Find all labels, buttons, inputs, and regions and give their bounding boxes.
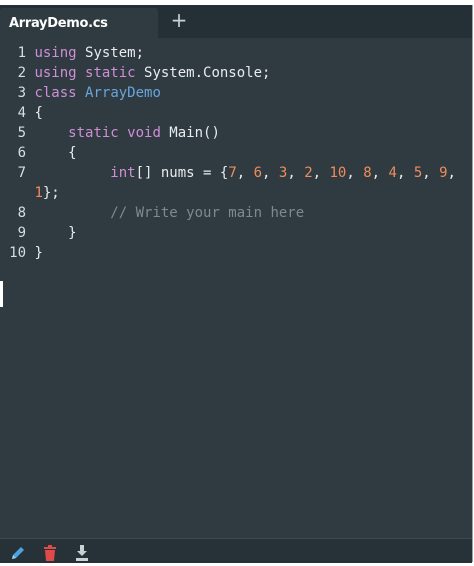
code-token: using — [34, 45, 77, 61]
code-line[interactable]: 8 // Write your main here — [0, 203, 472, 223]
trash-icon[interactable] — [41, 542, 59, 562]
line-number: 10 — [9, 245, 26, 261]
code-token: 2 — [304, 165, 313, 181]
line-number: 9 — [17, 225, 26, 241]
pencil-icon[interactable] — [9, 542, 27, 562]
code-token: 1 — [34, 185, 43, 201]
code-token: 9 — [439, 165, 448, 181]
code-token: , — [371, 165, 389, 181]
editor-window: ArrayDemo.cs + 1 using System; 2 using st… — [0, 5, 473, 563]
code-token: , — [447, 165, 456, 181]
tab-arraydemo[interactable]: ArrayDemo.cs — [0, 8, 158, 38]
code-token: } — [34, 225, 77, 241]
code-token: 10 — [329, 165, 347, 181]
code-token: , — [422, 165, 440, 181]
code-line[interactable]: 3 class ArrayDemo — [0, 83, 472, 103]
code-token: , — [262, 165, 279, 181]
code-token: ArrayDemo — [85, 85, 161, 101]
text-cursor — [0, 281, 3, 307]
code-token: System; — [76, 45, 145, 61]
download-icon[interactable] — [73, 542, 91, 562]
code-line[interactable]: 4 { — [0, 103, 472, 123]
line-number: 5 — [17, 125, 26, 141]
code-token: , — [236, 165, 254, 181]
code-token: { — [34, 105, 43, 121]
code-line[interactable]: 1 using System; — [0, 43, 472, 63]
code-token: , — [287, 165, 305, 181]
code-token: 8 — [363, 165, 372, 181]
code-token: using static — [34, 65, 136, 81]
code-token: 4 — [388, 165, 397, 181]
code-token: [] nums = { — [135, 165, 229, 181]
tab-bar: ArrayDemo.cs + — [0, 5, 472, 38]
code-token: } — [34, 245, 43, 261]
code-token: , — [346, 165, 364, 181]
code-line[interactable]: 2 using static System.Console; — [0, 63, 472, 83]
code-token: int — [110, 165, 136, 181]
line-number: 1 — [17, 45, 26, 61]
add-tab-button[interactable]: + — [168, 7, 190, 33]
line-number: 6 — [17, 145, 26, 161]
code-token: System.Console; — [135, 65, 271, 81]
code-token: static void — [68, 125, 161, 141]
code-token: 6 — [253, 165, 263, 181]
code-token: 7 — [228, 165, 237, 181]
bottom-toolbar — [0, 538, 472, 563]
line-number: 2 — [17, 65, 26, 81]
code-token: 5 — [413, 165, 423, 181]
code-token: class — [34, 85, 77, 101]
code-editor[interactable]: 1 using System; 2 using static System.Con… — [0, 38, 472, 538]
tab-filename: ArrayDemo.cs — [9, 16, 108, 31]
code-line[interactable]: 5 static void Main() — [0, 123, 472, 143]
code-token: , — [312, 165, 330, 181]
code-line[interactable]: 10 } — [0, 243, 472, 263]
code-token: { — [34, 145, 77, 161]
code-token: // Write your main here — [110, 205, 305, 221]
code-token: , — [396, 165, 414, 181]
line-number: 8 — [17, 205, 26, 221]
line-number: 7 — [17, 165, 26, 181]
code-line[interactable]: 7 int[] nums = {7, 6, 3, 2, 10, 8, 4, 5,… — [0, 163, 472, 183]
code-line[interactable]: 6 { — [0, 143, 472, 163]
line-number: 4 — [17, 105, 26, 121]
code-token: }; — [42, 185, 60, 201]
line-number: 3 — [17, 85, 26, 101]
code-line[interactable]: 1}; — [0, 183, 472, 203]
code-line[interactable]: 9 } — [0, 223, 472, 243]
code-token: Main() — [160, 125, 220, 141]
